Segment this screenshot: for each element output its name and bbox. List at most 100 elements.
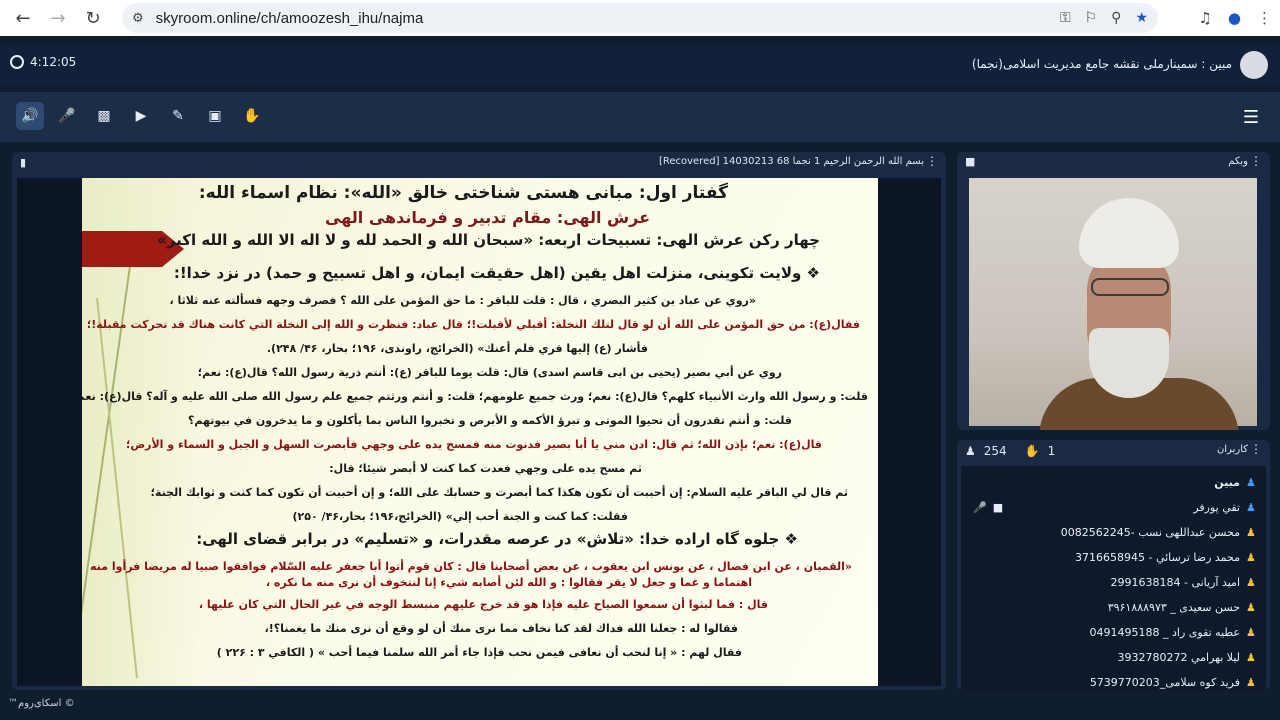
timer-value: 4:12:05 (30, 55, 77, 69)
translate-icon[interactable]: ⚐ (1085, 10, 1098, 26)
user-row[interactable]: محسن عبداللهی نسب -0082562245 ♟ (961, 520, 1266, 544)
webcam-panel: ■ وبکم ⋮ (957, 152, 1270, 430)
user-row[interactable]: عطیه تقوی راد _ 0491495188 ♟ (961, 620, 1266, 644)
room-toolbar: 🔊 🎤 ▩ ▶ ✎ ▣ ✋ ☰ (0, 92, 1280, 142)
room-title: مبین : سمینارملی نقشه جامع مدیریت اسلامی… (971, 57, 1232, 71)
slide-line-8: روي عن أبي بصير (یحیی بن ابی قاسم اسدی) … (197, 366, 782, 379)
user-name: عطیه تقوی راد _ 0491495188 (1089, 625, 1240, 639)
presenter-glasses (1091, 278, 1169, 296)
camera-off-icon[interactable]: ▩ (90, 102, 118, 130)
address-bar[interactable]: ⚙ skyroom.online/ch/amoozesh_ihu/najma ⚿… (122, 3, 1158, 33)
user-icon: ♟ (1246, 526, 1256, 539)
users-counters: ♟ 254 ✋ 1 (965, 444, 1055, 458)
user-row[interactable]: حسن سعیدی _ ۳۹۶۱۸۸۸۹۷۳ ♟ (961, 595, 1266, 619)
bookmark-star-icon[interactable]: ★ (1135, 10, 1148, 26)
users-title: کاربران (1216, 444, 1248, 455)
forward-icon[interactable]: → (43, 3, 73, 33)
document-icon: ▮ (20, 156, 27, 169)
microphone-muted-icon[interactable]: 🎤 (53, 102, 81, 130)
slide-line-19: فقالوا له : جعلنا الله فداك لقد كنا نخاف… (264, 622, 738, 635)
video-camera-icon: ■ (965, 155, 976, 168)
raise-hand-icon[interactable]: ✋ (238, 102, 266, 130)
screen-share-icon[interactable]: ▶ (127, 102, 155, 130)
user-name: لیلا بهرامي 3932780272 (1117, 650, 1240, 664)
red-arrow-shape (82, 231, 162, 267)
presentation-panel: ▮ بسم الله الرحمن الرحیم 1 نجما 68 14030… (12, 152, 946, 690)
reload-icon[interactable]: ↻ (78, 3, 108, 33)
users-group-icon: ♟ (965, 444, 976, 458)
users-list: مبین ♟ 🎤 ■ تقي پورفر ♟ محسن عبداللهی نسب… (961, 466, 1266, 690)
slide-line-6: فقال(ع): من حق المؤمن على الله أن لو قال… (86, 318, 860, 331)
webcam-video (969, 178, 1257, 430)
webcam-header: ■ وبکم ⋮ (957, 152, 1270, 174)
user-row[interactable]: لیلا بهرامي 3932780272 ♟ (961, 645, 1266, 669)
clock-icon (10, 55, 24, 69)
raised-hands-count: 1 (1047, 444, 1056, 458)
user-row[interactable]: فرید کوه سلامی_5739770203 ♟ (961, 670, 1266, 690)
user-icon: ♟ (1246, 551, 1256, 564)
user-name: محمد رضا ترسائي - 3716658945 (1074, 550, 1240, 564)
back-icon[interactable]: ← (8, 3, 38, 33)
user-row[interactable]: مبین ♟ (961, 470, 1266, 494)
presentation-options-icon[interactable]: ⋮ (926, 154, 938, 168)
user-row[interactable]: امید آریانی - 2991638184 ♟ (961, 570, 1266, 594)
slide-line-16: «القميان ، عن ابن فضال ، عن يونس ابن يعق… (90, 560, 852, 573)
user-row[interactable]: محمد رضا ترسائي - 3716658945 ♟ (961, 545, 1266, 569)
slide-line-14: فقلت: كما كنت و الجنة أحب إلي» (الخرائج،… (292, 510, 628, 523)
users-panel: ♟ 254 ✋ 1 کاربران ⋮ مبین ♟ 🎤 ■ تقي پورفر… (957, 440, 1270, 690)
user-name: مبین (1214, 475, 1240, 489)
slide-line-20: فقال لهم : « إنا لنحب أن نعافى فيمن نحب … (216, 646, 742, 659)
chrome-menu-icon[interactable]: ⋮ (1257, 9, 1272, 27)
presenter-user-icon: ♟ (1246, 476, 1256, 489)
zoom-icon[interactable]: ⚲ (1111, 10, 1121, 26)
user-row[interactable]: 🎤 ■ تقي پورفر ♟ (961, 495, 1266, 519)
microphone-icon: 🎤 (973, 501, 987, 514)
video-camera-icon: ■ (992, 501, 1004, 514)
user-icon: ♟ (1246, 601, 1256, 614)
webcam-options-icon[interactable]: ⋮ (1250, 154, 1262, 168)
user-name: فرید کوه سلامی_5739770203 (1089, 675, 1240, 689)
slide-line-18: قال : فما لبثوا أن سمعوا الصياح عليه فإذ… (198, 598, 768, 611)
password-key-icon[interactable]: ⚿ (1060, 10, 1071, 26)
slide-line-17: اهتماما و غما و جعل لا يقر فقالوا : و ال… (265, 576, 752, 589)
slide: گفتار اول: مبانی هستی شناختی خالق «الله»… (82, 178, 878, 686)
operator-user-icon: ♟ (1246, 501, 1256, 514)
raised-hand-icon: ✋ (1024, 444, 1040, 458)
user-icon: ♟ (1246, 651, 1256, 664)
media-controls-icon[interactable]: ♫ (1198, 9, 1211, 27)
slide-line-10: قلت: و أنتم تقدرون أن تحيوا الموتى و تبر… (187, 414, 792, 427)
users-options-icon[interactable]: ⋮ (1250, 442, 1262, 456)
slide-line-2: عرش الهی: مقام تدبیر و فرماندهی الهی (325, 208, 650, 227)
slide-viewport: گفتار اول: مبانی هستی شناختی خالق «الله»… (17, 178, 941, 686)
slide-line-15: ❖ جلوه گاه اراده خدا: «تلاش» در عرصه مقد… (196, 530, 798, 548)
webcam-title: وبکم (1228, 156, 1248, 167)
presentation-header: ▮ بسم الله الرحمن الرحیم 1 نجما 68 14030… (12, 152, 946, 174)
presenter-turban (1079, 198, 1179, 268)
footer-brand[interactable]: © اسکای‌روم™ (8, 698, 75, 709)
hamburger-menu-icon[interactable]: ☰ (1238, 104, 1264, 130)
slide-line-9: قلت: و رسول الله وارث الأنبياء كلهم؟ قال… (82, 390, 868, 403)
slide-line-1: گفتار اول: مبانی هستی شناختی خالق «الله»… (198, 183, 728, 203)
presentation-title: بسم الله الرحمن الرحیم 1 نجما 68 1403021… (658, 156, 924, 167)
user-media-status: 🎤 ■ (973, 501, 1003, 514)
whiteboard-pen-icon[interactable]: ✎ (164, 102, 192, 130)
slide-line-13: ثم قال لي الباقر عليه السلام: إن أحببت أ… (150, 486, 848, 499)
url-text[interactable]: skyroom.online/ch/amoozesh_ihu/najma (156, 10, 424, 27)
slide-line-5: «روي عن عباد بن كثير البصري ، قال : قلت … (169, 294, 756, 307)
speaker-icon[interactable]: 🔊 (16, 102, 44, 130)
user-icon: ♟ (1246, 626, 1256, 639)
user-avatar[interactable] (1240, 51, 1268, 79)
file-icon[interactable]: ▣ (201, 102, 229, 130)
users-total: 254 (983, 444, 1007, 458)
site-settings-icon[interactable]: ⚙ (132, 11, 144, 26)
user-name: امید آریانی - 2991638184 (1110, 575, 1240, 589)
users-header: ♟ 254 ✋ 1 کاربران ⋮ (957, 440, 1270, 462)
slide-line-11: قال(ع): نعم؛ بإذن الله؛ ثم قال: ادن مني … (125, 438, 822, 451)
browser-bar: ← → ↻ ⚙ skyroom.online/ch/amoozesh_ihu/n… (0, 0, 1280, 36)
session-timer: 4:12:05 (10, 55, 76, 69)
user-name: تقي پورفر (1193, 500, 1240, 514)
slide-line-4: ❖ ولایت تکوینی، منزلت اهل یقین (اهل حقیق… (173, 264, 820, 282)
profile-icon[interactable]: ● (1228, 9, 1241, 27)
slide-line-12: ثم مسح يده على وجهي فعدت كما كنت لا أبصر… (329, 462, 642, 475)
user-name: حسن سعیدی _ ۳۹۶۱۸۸۸۹۷۳ (1107, 600, 1240, 614)
